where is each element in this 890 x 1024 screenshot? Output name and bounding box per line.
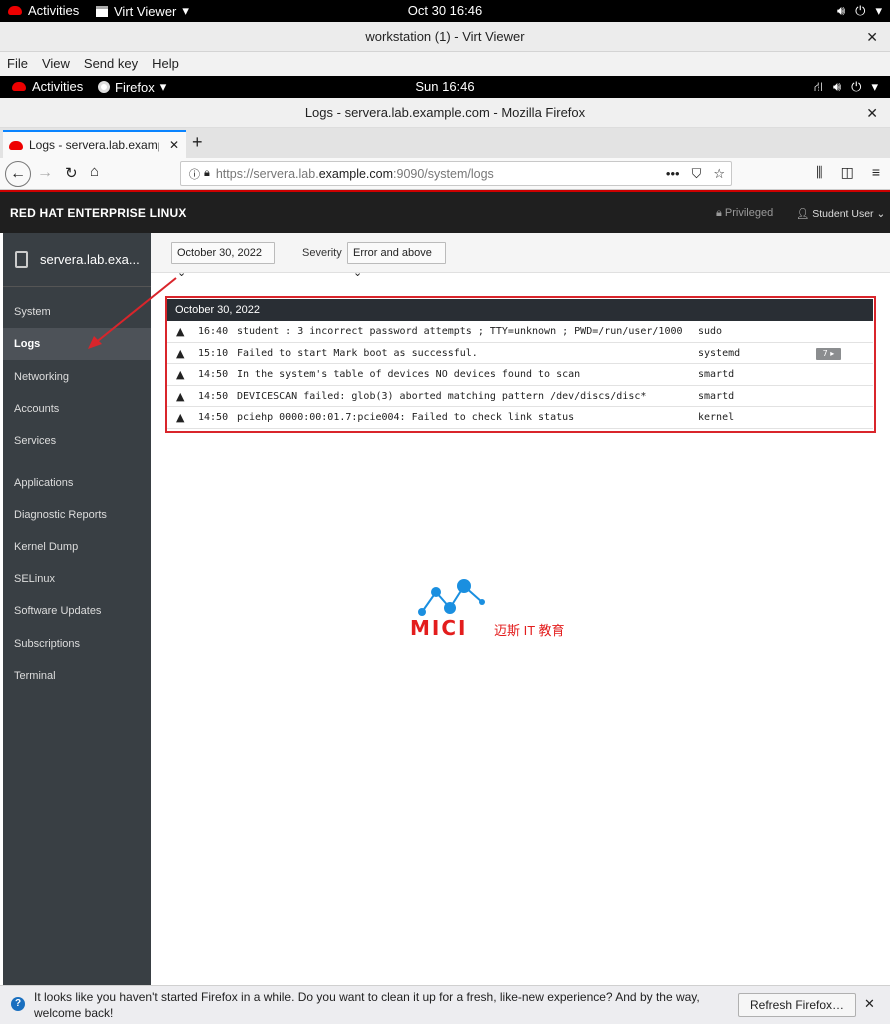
help-icon: ? xyxy=(11,997,25,1011)
notification-message: It looks like you haven't started Firefo… xyxy=(34,990,700,1020)
mici-logo: MICI 迈斯 IT 教育 xyxy=(408,578,565,640)
logo-graphic xyxy=(418,579,485,616)
volume-icon: 🔊︎ xyxy=(836,3,846,18)
sidebar-item-subscriptions[interactable]: Subscriptions xyxy=(3,628,151,660)
log-filter-bar: October 30, 2022 ⌄ Severity Error and ab… xyxy=(151,233,890,279)
host-name: servera.lab.exa... xyxy=(40,252,140,267)
close-tab-icon[interactable]: ✕ xyxy=(169,138,179,152)
user-menu[interactable]: 👤︎ Student User ⌄ xyxy=(796,207,885,220)
outer-activities[interactable]: Activities xyxy=(8,3,79,18)
url-prefix: https://servera.lab. xyxy=(215,166,319,181)
sidebar-item-diagnostic-reports[interactable]: Diagnostic Reports xyxy=(3,499,151,531)
window-title: Logs - servera.lab.example.com - Mozilla… xyxy=(304,105,586,120)
window-icon xyxy=(96,5,108,17)
network-icon: ⛙ xyxy=(813,79,823,94)
tab-label: Logs - servera.lab.example.com xyxy=(29,138,159,152)
menu-send-key[interactable]: Send key xyxy=(84,52,138,76)
lock-warning-icon[interactable]: 🔒︎ xyxy=(204,167,210,180)
user-icon: 👤︎ xyxy=(796,208,813,220)
inner-clock[interactable]: Sun 16:46 xyxy=(415,79,474,94)
brand-title: RED HAT ENTERPRISE LINUX xyxy=(10,206,187,220)
tab-logs[interactable]: Logs - servera.lab.example.com ✕ xyxy=(3,130,186,158)
url-bar[interactable]: ⓘ 🔒︎ https://servera.lab. example.com:909… xyxy=(180,161,732,186)
redhat-icon xyxy=(8,6,22,15)
caret-down-icon: ▾ xyxy=(182,3,189,18)
window-title: workstation (1) - Virt Viewer xyxy=(365,29,525,44)
privileged-label: Privileged xyxy=(724,207,774,219)
user-label: Student User xyxy=(812,208,874,220)
inner-top-bar: Activities Firefox ▾ Sun 16:46 ⛙ 🔊︎ ⏻ ▾ xyxy=(0,76,890,98)
annotation-arrow xyxy=(88,277,177,349)
sidebar-item-selinux[interactable]: SELinux xyxy=(3,563,151,595)
power-icon: ⏻ xyxy=(855,3,866,18)
library-icon[interactable]: ⫼ xyxy=(816,164,822,181)
cockpit-header: RED HAT ENTERPRISE LINUX 🔒︎ Privileged 👤… xyxy=(0,190,890,233)
redhat-icon xyxy=(9,140,23,150)
inner-system-tray[interactable]: ⛙ 🔊︎ ⏻ ▾ xyxy=(814,79,878,97)
forward-icon[interactable]: → xyxy=(37,164,53,182)
highlight-box xyxy=(165,296,876,433)
menu-help[interactable]: Help xyxy=(152,52,179,76)
sidebar-item-terminal[interactable]: Terminal xyxy=(3,660,151,692)
severity-dropdown-value: Error and above xyxy=(353,247,432,259)
power-icon: ⏻ xyxy=(851,79,862,94)
virt-viewer-titlebar: workstation (1) - Virt Viewer ✕ xyxy=(0,22,890,52)
sidebar-item-applications[interactable]: Applications xyxy=(3,467,151,499)
refresh-firefox-button[interactable]: Refresh Firefox… xyxy=(738,993,856,1017)
pocket-icon[interactable]: ⛉ xyxy=(692,166,702,182)
back-icon[interactable]: ← xyxy=(5,161,31,187)
close-icon[interactable]: ✕ xyxy=(864,996,875,1012)
url-domain: example.com xyxy=(318,166,394,181)
virt-viewer-menubar: File View Send key Help xyxy=(0,52,890,76)
sidebar-item-services[interactable]: Services xyxy=(3,425,151,457)
outer-clock[interactable]: Oct 30 16:46 xyxy=(408,3,482,18)
url-suffix: :9090/system/logs xyxy=(393,166,494,181)
sidebar-item-kernel-dump[interactable]: Kernel Dump xyxy=(3,531,151,563)
hamburger-menu-icon[interactable]: ≡ xyxy=(872,164,880,181)
chevron-down-icon: ⌄ xyxy=(876,208,886,220)
reload-icon[interactable]: ↻ xyxy=(65,164,78,182)
navigation-toolbar: ← → ↻ ⌂ ⓘ 🔒︎ https://servera.lab. example… xyxy=(0,158,890,190)
volume-icon: 🔊︎ xyxy=(832,79,842,94)
firefox-notification-bar: ? It looks like you haven't started Fire… xyxy=(0,985,890,1024)
sidebar-item-networking[interactable]: Networking xyxy=(3,361,151,393)
logo-brand: MICI xyxy=(410,616,468,640)
caret-down-icon: ▾ xyxy=(875,3,882,18)
firefox-titlebar: Logs - servera.lab.example.com - Mozilla… xyxy=(0,98,890,128)
outer-app-menu[interactable]: Virt Viewer ▾ xyxy=(96,3,189,19)
home-icon[interactable]: ⌂ xyxy=(90,163,99,180)
close-icon[interactable]: ✕ xyxy=(866,22,878,52)
outer-top-bar: Activities Virt Viewer ▾ Oct 30 16:46 🔊︎… xyxy=(0,0,890,22)
chevron-down-icon: ⌄ xyxy=(353,267,363,279)
app-label: Virt Viewer xyxy=(114,3,177,19)
caret-down-icon: ▾ xyxy=(871,79,878,94)
info-icon[interactable]: ⓘ xyxy=(189,166,200,182)
logo-tagline: 迈斯 IT 教育 xyxy=(494,623,565,638)
tab-strip: Logs - servera.lab.example.com ✕ + xyxy=(0,128,890,158)
severity-dropdown[interactable]: Error and above ⌄ xyxy=(347,242,446,279)
server-icon xyxy=(15,251,28,268)
sidebar-toggle-icon[interactable]: ◫ xyxy=(841,164,854,181)
bookmark-star-icon[interactable]: ☆ xyxy=(713,166,725,182)
severity-label: Severity xyxy=(302,247,342,259)
new-tab-icon[interactable]: + xyxy=(192,132,203,153)
menu-file[interactable]: File xyxy=(7,52,28,76)
sidebar-item-software-updates[interactable]: Software Updates xyxy=(3,595,151,627)
activities-label: Activities xyxy=(28,3,80,18)
lock-icon: 🔒︎ xyxy=(716,207,725,219)
page-actions-icon[interactable]: ••• xyxy=(666,166,680,182)
close-icon[interactable]: ✕ xyxy=(866,98,878,128)
privileged-indicator[interactable]: 🔒︎ Privileged xyxy=(716,207,773,220)
menu-view[interactable]: View xyxy=(42,52,70,76)
date-dropdown[interactable]: October 30, 2022 ⌄ xyxy=(171,242,275,279)
sidebar-item-accounts[interactable]: Accounts xyxy=(3,393,151,425)
outer-system-tray[interactable]: 🔊︎ ⏻ ▾ xyxy=(837,3,882,19)
date-dropdown-value: October 30, 2022 xyxy=(177,247,263,259)
